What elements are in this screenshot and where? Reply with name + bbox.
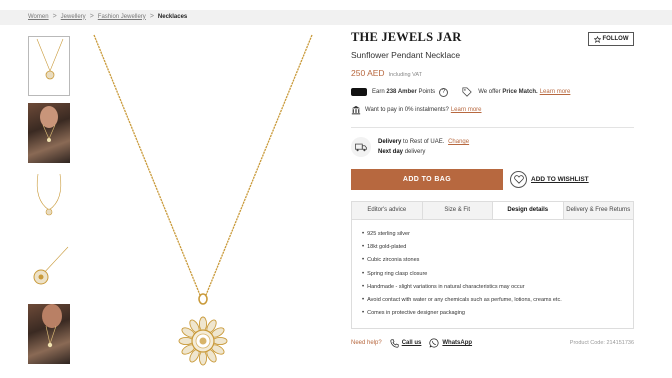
amber-badge-icon [351, 88, 367, 96]
price-match-prefix: We offer [478, 89, 501, 95]
phone-icon [390, 338, 399, 348]
tag-icon [462, 87, 472, 97]
breadcrumb-separator: > [149, 13, 154, 20]
price-row: 250 AED Including VAT [351, 68, 634, 78]
add-to-bag-button[interactable]: ADD TO BAG [351, 169, 503, 190]
breadcrumb-item-fashion-jewellery[interactable]: Fashion Jewellery [98, 14, 146, 20]
breadcrumb-separator: > [89, 13, 94, 20]
amber-points: 238 Amber [386, 89, 417, 95]
divider [351, 127, 634, 128]
vat-note: Including VAT [388, 72, 422, 78]
delivery-speed-bold: Next day [378, 149, 404, 155]
thumbnail-2[interactable] [28, 103, 70, 163]
tab-delivery-returns[interactable]: Delivery & Free Returns [563, 202, 633, 219]
installments-row: Want to pay in 0% instalments? Learn mor… [351, 104, 634, 116]
call-us-link[interactable]: Call us [390, 338, 422, 348]
heart-icon [510, 171, 527, 188]
need-help-label: Need help? [351, 340, 382, 346]
delivery-text: Delivery to Rest of UAE. Change Next day… [378, 137, 469, 157]
price: 250 AED [351, 68, 385, 78]
list-item: Cubic zirconia stones [362, 254, 623, 267]
list-item: Spring ring clasp closure [362, 267, 623, 280]
amber-prefix: Earn [372, 89, 385, 95]
tab-size-fit[interactable]: Size & Fit [422, 202, 493, 219]
delivery-speed: delivery [404, 149, 426, 155]
product-name: Sunflower Pendant Necklace [351, 50, 461, 60]
list-item: 925 sterling silver [362, 227, 623, 240]
delivery-label: Delivery [378, 139, 402, 145]
call-us-label: Call us [401, 340, 422, 346]
tab-editors-advice[interactable]: Editor's advice [352, 202, 423, 219]
breadcrumb-item-women[interactable]: Women [28, 14, 49, 20]
list-item: Comes in protective designer packaging [362, 307, 623, 320]
breadcrumb: Women > Jewellery > Fashion Jewellery > … [28, 13, 187, 20]
product-tabs: Editor's advice Size & Fit Design detail… [351, 201, 634, 220]
follow-button[interactable]: FOLLOW [588, 32, 634, 46]
learn-more-price-match[interactable]: Learn more [540, 89, 571, 95]
thumbnail-3[interactable] [28, 170, 70, 230]
installments-text: Want to pay in 0% instalments? [365, 107, 449, 113]
wishlist-label: ADD TO WISHLIST [531, 176, 589, 183]
whatsapp-icon [429, 338, 439, 348]
thumbnail-list [28, 36, 70, 371]
breadcrumb-current: Necklaces [157, 13, 188, 20]
tab-design-details[interactable]: Design details [493, 202, 564, 219]
delivery-info: Delivery to Rest of UAE. Change Next day… [351, 133, 634, 161]
truck-icon [351, 137, 371, 157]
promo-row: Earn 238 Amber Points ? We offer Price M… [351, 86, 634, 98]
learn-more-installments[interactable]: Learn more [451, 107, 482, 113]
breadcrumb-bar: Women > Jewellery > Fashion Jewellery > … [0, 10, 672, 25]
help-icon[interactable]: ? [439, 87, 449, 97]
thumbnail-5[interactable] [28, 304, 70, 364]
list-item: Avoid contact with water or any chemical… [362, 293, 623, 306]
breadcrumb-separator: > [52, 13, 57, 20]
breadcrumb-item-jewellery[interactable]: Jewellery [61, 14, 86, 20]
thumbnail-1[interactable] [28, 36, 70, 96]
bank-icon [351, 105, 361, 115]
change-delivery-link[interactable]: Change [448, 139, 469, 145]
whatsapp-label: WhatsApp [442, 340, 473, 346]
main-product-image[interactable] [80, 33, 326, 371]
list-item: 18kt gold-plated [362, 240, 623, 253]
list-item: Handmade - slight variations in natural … [362, 280, 623, 293]
product-code: Product Code: 214151736 [569, 340, 634, 346]
follow-label: FOLLOW [602, 36, 629, 42]
add-to-wishlist-button[interactable]: ADD TO WISHLIST [510, 171, 589, 188]
product-info: THE JEWELS JAR FOLLOW Sunflower Pendant … [351, 30, 634, 116]
price-match: Price Match. [502, 89, 538, 95]
whatsapp-link[interactable]: WhatsApp [429, 338, 472, 348]
star-icon [593, 35, 601, 43]
delivery-destination: to Rest of UAE. [403, 139, 445, 145]
help-footer: Need help? Call us WhatsApp Product Code… [351, 337, 634, 349]
amber-suffix: Points [418, 89, 436, 95]
thumbnail-4[interactable] [28, 237, 70, 297]
design-details-list: 925 sterling silver 18kt gold-plated Cub… [351, 220, 634, 329]
